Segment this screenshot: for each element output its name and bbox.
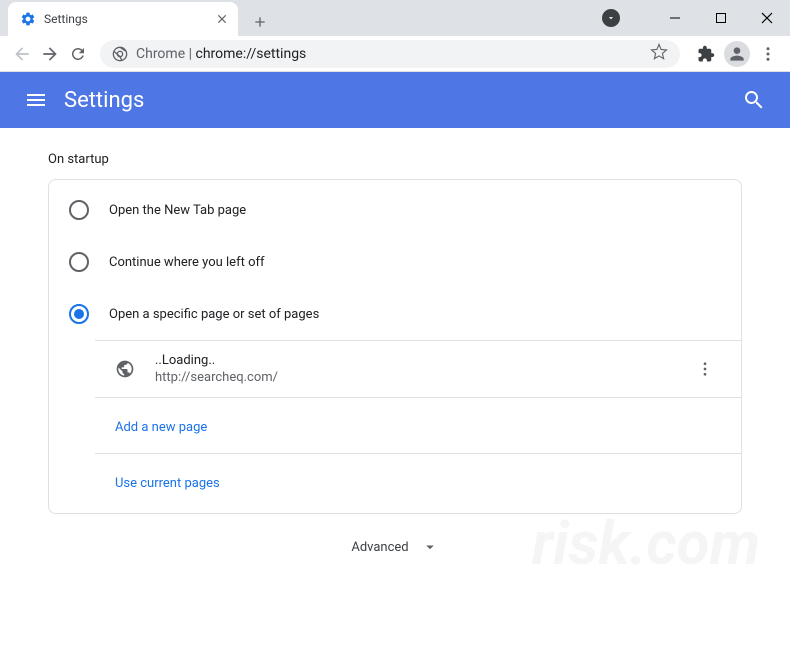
page-entry-url: http://searcheq.com/ [155,370,689,385]
search-icon[interactable] [734,80,774,120]
close-tab-icon[interactable] [214,11,230,27]
gear-icon [20,11,36,27]
extension-badge-icon[interactable] [602,9,620,27]
page-title: Settings [64,88,144,113]
radio-label: Open a specific page or set of pages [109,307,319,322]
hamburger-menu-icon[interactable] [16,80,56,120]
menu-button[interactable] [754,40,782,68]
section-title-startup: On startup [0,152,790,179]
back-button[interactable] [8,40,36,68]
forward-button[interactable] [36,40,64,68]
address-bar[interactable]: Chrome | chrome://settings [100,40,680,68]
reload-button[interactable] [64,40,92,68]
startup-card: Open the New Tab page Continue where you… [48,179,742,514]
content-scroll-area[interactable]: On startup Open the New Tab page Continu… [0,128,790,649]
startup-page-row: ..Loading.. http://searcheq.com/ [95,341,741,398]
advanced-toggle[interactable]: Advanced [0,514,790,580]
chrome-icon [112,46,128,62]
tab-settings[interactable]: Settings [8,2,238,36]
settings-header: Settings [0,72,790,128]
radio-label: Continue where you left off [109,255,265,270]
link-label: Add a new page [115,420,207,435]
tab-bar: Settings [0,0,790,36]
advanced-label: Advanced [351,540,408,555]
maximize-button[interactable] [698,0,744,36]
radio-label: Open the New Tab page [109,203,246,218]
radio-icon [69,304,89,324]
startup-pages-subsection: ..Loading.. http://searcheq.com/ Add a n… [95,340,741,509]
profile-avatar[interactable] [724,41,750,67]
bookmark-star-icon[interactable] [650,43,668,65]
tab-title: Settings [44,12,214,26]
chevron-down-icon [421,538,439,556]
minimize-button[interactable] [652,0,698,36]
use-current-pages-link[interactable]: Use current pages [95,454,741,509]
page-entry-title: ..Loading.. [155,353,689,368]
url-text: Chrome | chrome://settings [136,46,306,62]
globe-icon [115,359,135,379]
radio-specific-page[interactable]: Open a specific page or set of pages [49,288,741,340]
radio-icon [69,252,89,272]
radio-continue[interactable]: Continue where you left off [49,236,741,288]
new-tab-button[interactable] [246,8,274,36]
browser-toolbar: Chrome | chrome://settings [0,36,790,72]
extensions-icon[interactable] [692,40,720,68]
radio-new-tab[interactable]: Open the New Tab page [49,184,741,236]
radio-icon [69,200,89,220]
add-new-page-link[interactable]: Add a new page [95,398,741,454]
more-options-icon[interactable] [689,353,721,385]
link-label: Use current pages [115,476,220,491]
window-controls [652,0,790,36]
close-window-button[interactable] [744,0,790,36]
page-info: ..Loading.. http://searcheq.com/ [155,353,689,385]
